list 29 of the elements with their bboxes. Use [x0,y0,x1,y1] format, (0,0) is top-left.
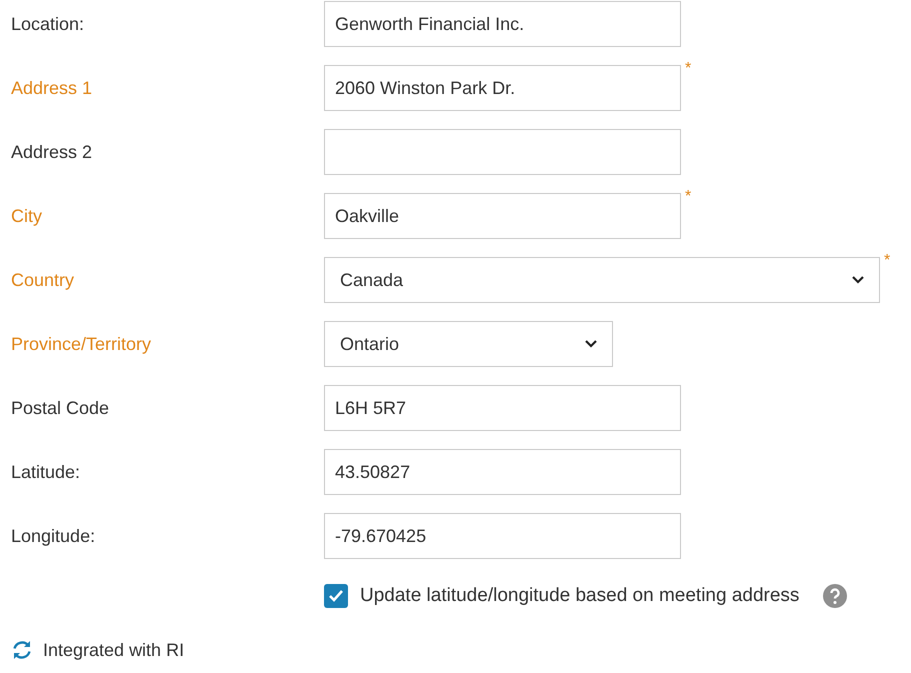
input-field[interactable]: Genworth Financial Inc. [324,1,681,47]
field-label: Postal Code [11,396,110,420]
field-label: Address 1 [11,76,94,100]
field-label: Province/Territory [11,332,152,356]
input-field[interactable]: -79.670425 [324,513,681,559]
checkbox-label: Update latitude/longitude based on meeting address [360,584,800,608]
input-field[interactable]: 2060 Winston Park Dr. [324,65,681,111]
field-label: Location: [11,12,86,36]
field-label: Longitude: [11,524,96,548]
dropdown-field[interactable]: Canada [324,257,880,303]
input-field[interactable]: Oakville [324,193,681,239]
checkbox[interactable] [324,584,348,608]
field-label: Latitude: [11,460,82,484]
chevron-down-icon [852,276,864,284]
sync-icon [11,640,33,660]
required-asterisk: * [884,253,890,269]
required-asterisk: * [685,189,692,205]
chevron-down-icon [585,340,597,348]
input-field[interactable] [324,129,681,175]
field-label: Address 2 [11,140,94,164]
dropdown-field[interactable]: Ontario [324,321,613,367]
field-label: City [11,204,43,228]
checkmark-icon [328,589,344,604]
required-asterisk: * [685,61,692,77]
integration-status: Integrated with RI [43,638,184,662]
field-label: Country [11,268,76,292]
input-field[interactable]: L6H 5R7 [324,385,681,431]
help-icon[interactable] [823,584,848,608]
input-field[interactable]: 43.50827 [324,449,681,495]
